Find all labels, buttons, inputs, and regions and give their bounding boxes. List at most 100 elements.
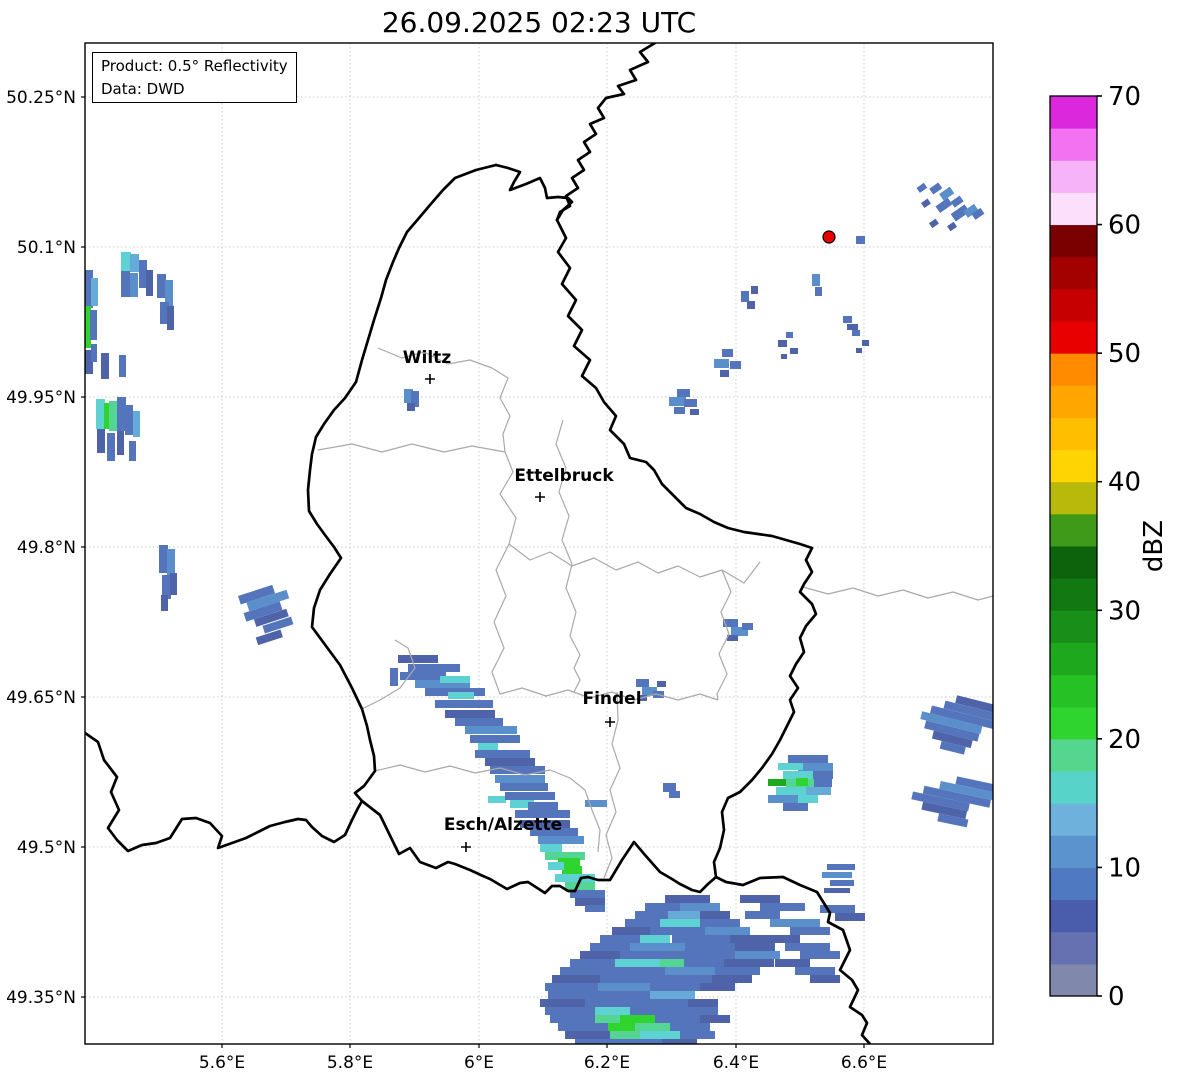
colorbar-tick-label: 40 [1108, 468, 1141, 498]
echo-cell [950, 195, 964, 208]
echo-cluster [911, 776, 993, 828]
echo-cell [625, 1039, 665, 1044]
echo-cell [146, 270, 153, 296]
echo-cluster [822, 864, 855, 893]
district-border [555, 419, 581, 693]
echo-cell [85, 306, 91, 348]
echo-cell [806, 787, 831, 795]
colorbar-segment [1050, 578, 1097, 611]
colorbar-segment [1050, 771, 1097, 804]
echo-cell [558, 1023, 613, 1031]
echo-cell [157, 274, 166, 298]
echo-cell [810, 975, 840, 983]
echo-cell [408, 664, 460, 672]
colorbar-segment [1050, 288, 1097, 322]
echo-cell [640, 1031, 685, 1039]
y-tick-label: 49.35°N [6, 988, 76, 1008]
echo-cell [700, 1015, 730, 1023]
echo-cell [735, 951, 780, 959]
echo-cell [715, 967, 760, 975]
colorbar-segment [1050, 835, 1097, 868]
echo-cell [852, 330, 860, 336]
x-tick-label: 5.6°E [199, 1053, 245, 1073]
colorbar-segment [1050, 899, 1097, 933]
country-border [494, 163, 574, 222]
echo-cell [720, 370, 729, 377]
echo-cell [565, 1031, 615, 1039]
data-source-line: Data: DWD [101, 79, 185, 98]
echo-cell [847, 324, 858, 330]
echo-cell [505, 792, 555, 800]
radar-site-dot [822, 230, 836, 244]
echo-cell [795, 967, 835, 975]
echo-cluster [96, 353, 140, 461]
colorbar-segment [1050, 128, 1097, 161]
echo-cell [730, 361, 741, 369]
echo-cell [670, 1023, 710, 1031]
echo-cell [700, 919, 740, 927]
echo-cell [640, 935, 670, 943]
colorbar-segment [1050, 610, 1097, 643]
echo-cell [470, 735, 520, 743]
colorbar-tick-label: 20 [1108, 725, 1141, 755]
colorbar-segment [1050, 449, 1097, 483]
echo-cell [796, 778, 808, 786]
echo-cell [620, 951, 680, 959]
country-border [85, 731, 364, 853]
echo-cell [776, 787, 806, 795]
colorbar-segment [1050, 96, 1097, 129]
echo-cell [595, 1007, 635, 1015]
echo-cluster [741, 286, 758, 309]
echo-cell [856, 348, 862, 353]
echo-cell [680, 903, 720, 911]
echo-cell [672, 935, 732, 943]
echo-cell [585, 905, 605, 912]
colorbar-tick-label: 0 [1108, 982, 1125, 1012]
echo-cell [722, 349, 733, 357]
echo-cell [947, 221, 958, 232]
colorbar-segment [1050, 642, 1097, 676]
echo-cell [585, 999, 640, 1007]
echo-cell [615, 959, 665, 967]
echo-cell [133, 411, 140, 437]
echo-cell [660, 959, 684, 967]
echo-cell [814, 779, 832, 787]
radar-site-marker [822, 230, 836, 244]
echo-cell [107, 433, 115, 461]
echo-cell [129, 441, 136, 461]
echo-cell [455, 718, 503, 726]
echo-cell [684, 399, 697, 407]
city-marker [425, 374, 435, 384]
echo-cluster [669, 389, 699, 415]
echo-cell [920, 198, 931, 209]
colorbar-segment [1050, 963, 1097, 997]
echo-cell [117, 397, 126, 431]
echo-cell [540, 844, 562, 852]
echo-cell [630, 1007, 680, 1015]
echo-cell [742, 623, 753, 630]
echo-cell [170, 573, 177, 595]
echo-cell [635, 999, 690, 1007]
x-tick-label: 6.4°E [713, 1053, 759, 1073]
y-tick-label: 49.8°N [17, 538, 76, 558]
y-tick-label: 49.65°N [6, 688, 76, 708]
echo-cluster [157, 274, 174, 330]
echo-cell [783, 803, 808, 811]
city-label: Wiltz [403, 348, 452, 368]
echo-cell [669, 397, 686, 406]
echo-cell [548, 991, 603, 999]
echo-cluster [916, 182, 985, 232]
colorbar-segment [1050, 513, 1097, 547]
echo-cell [677, 389, 690, 397]
echo-cell [800, 951, 840, 959]
echo-cell [815, 287, 822, 296]
colorbar-segment [1050, 417, 1097, 451]
colorbar-segment [1050, 160, 1097, 193]
echo-cell [109, 401, 118, 431]
x-tick-label: 6°E [464, 1053, 494, 1073]
echo-cluster [812, 274, 822, 296]
city-marker [461, 842, 471, 852]
echo-cell [608, 1023, 638, 1031]
axis-ticks: 5.6°E 5.8°E 6°E 6.2°E 6.4°E 6.6°E 50.25°N 50.1°… [6, 88, 887, 1073]
echo-cell [545, 983, 605, 991]
